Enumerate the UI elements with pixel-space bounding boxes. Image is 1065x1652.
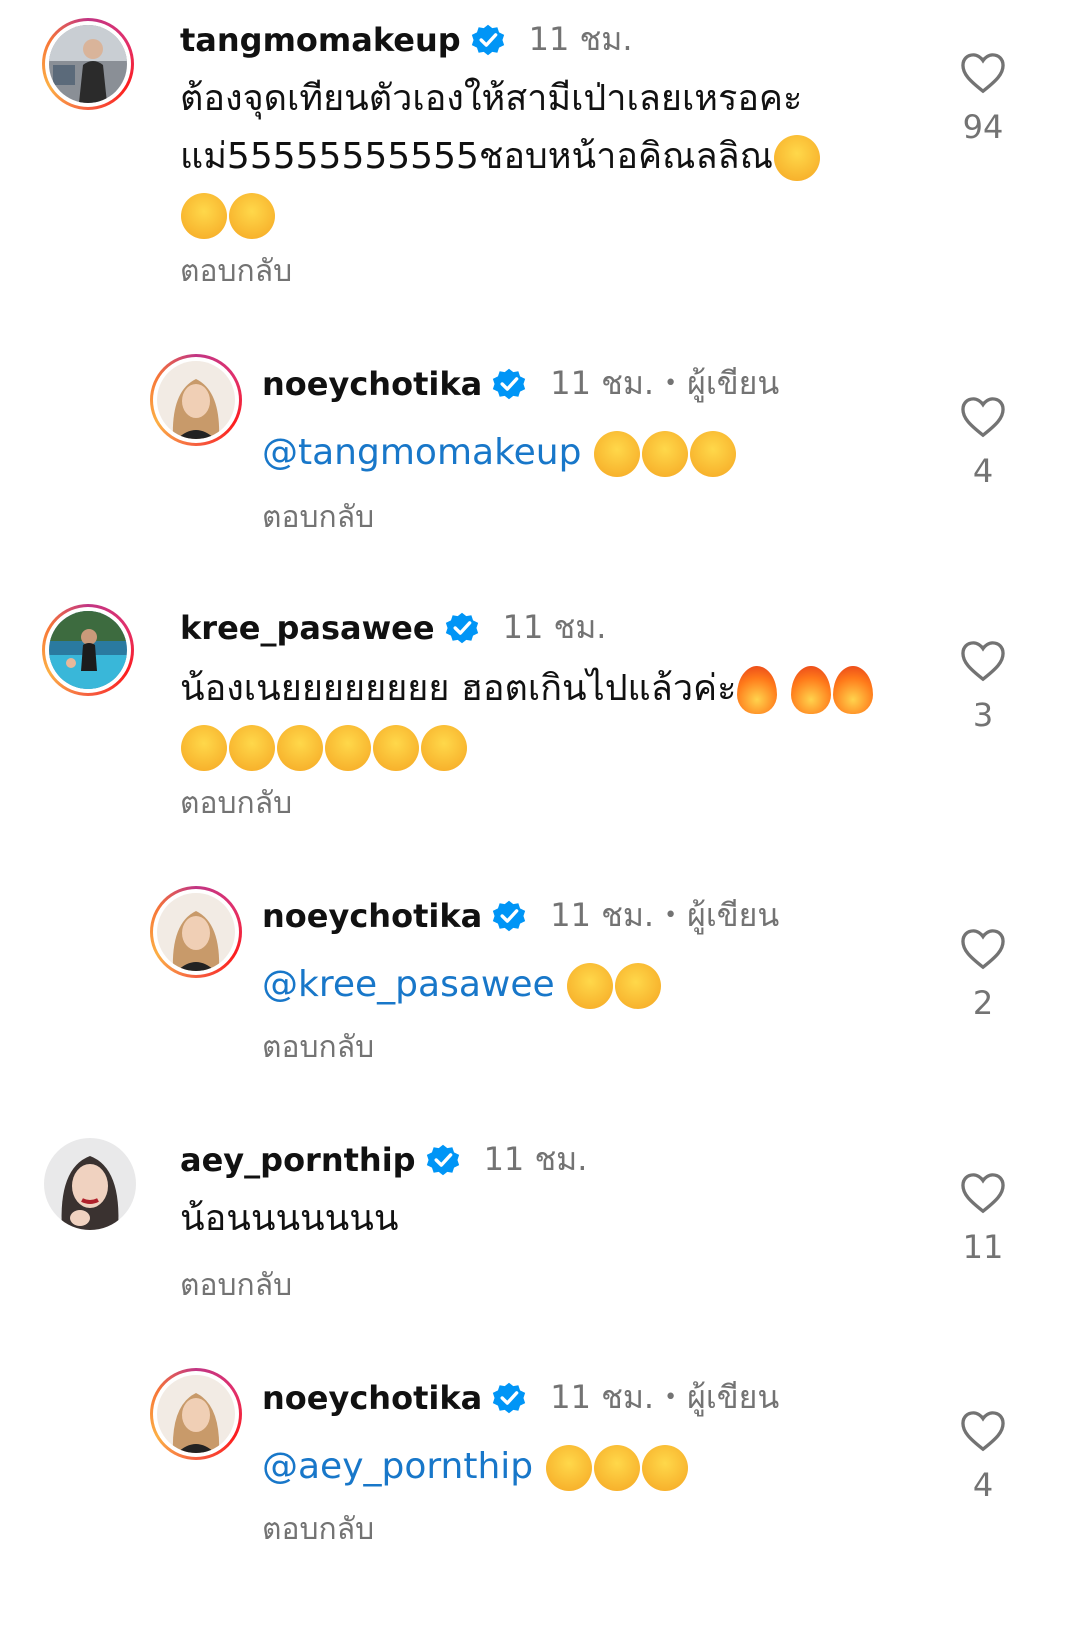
avatar[interactable] xyxy=(150,1368,242,1460)
author-badge: ผู้เขียน xyxy=(687,364,780,402)
like-count: 94 xyxy=(962,108,1004,146)
pleading-face-emoji xyxy=(567,963,614,1009)
username[interactable]: tangmomakeup xyxy=(180,21,461,59)
mention-link[interactable]: @kree_pasawee xyxy=(262,964,555,1005)
timestamp: 11 ชม. xyxy=(502,608,607,646)
tears-of-joy-emoji xyxy=(229,193,275,239)
like-button[interactable]: 94 xyxy=(953,52,1013,146)
like-count: 4 xyxy=(972,1466,994,1504)
rolling-laughing-emoji xyxy=(606,954,670,1018)
like-count: 4 xyxy=(972,452,994,490)
pleading-face-emoji xyxy=(545,1445,592,1491)
verified-badge-icon xyxy=(493,368,526,399)
tears-of-joy-emoji xyxy=(373,725,419,771)
fire-emoji xyxy=(790,666,831,714)
avatar[interactable] xyxy=(42,18,134,110)
comment-text: @tangmomakeup xyxy=(262,424,737,482)
like-button[interactable]: 4 xyxy=(953,1410,1013,1504)
heart-icon xyxy=(961,397,1005,438)
comment-text: @kree_pasawee xyxy=(262,954,670,1018)
like-button[interactable]: 4 xyxy=(953,396,1013,490)
timestamp: 11 ชม. xyxy=(550,1378,655,1416)
tears-of-joy-emoji xyxy=(689,431,736,477)
comment-text: @aey_pornthip xyxy=(262,1438,689,1496)
verified-badge-icon xyxy=(445,612,478,643)
avatar[interactable] xyxy=(150,354,242,446)
fire-emoji xyxy=(737,666,778,714)
username[interactable]: kree_pasawee xyxy=(180,609,435,647)
heart-icon xyxy=(961,1173,1005,1214)
verified-badge-icon xyxy=(426,1144,459,1175)
comment-text: น้อนนนนนนน xyxy=(180,1198,399,1239)
tears-of-joy-emoji xyxy=(181,193,227,239)
username[interactable]: noeychotika xyxy=(262,1379,482,1417)
reply-button[interactable]: ตอบกลับ xyxy=(262,1024,374,1071)
like-button[interactable]: 3 xyxy=(953,640,1013,734)
timestamp: 11 ชม. xyxy=(483,1140,588,1178)
avatar[interactable] xyxy=(150,886,242,978)
grinning-sweat-emoji xyxy=(593,1445,640,1491)
comment-text: น้องเนยยยยยยยย ฮอตเกินไปแล้วค่ะ xyxy=(180,660,880,776)
like-count: 11 xyxy=(962,1228,1004,1266)
author-badge: ผู้เขียน xyxy=(687,1378,780,1416)
tears-of-joy-emoji xyxy=(421,725,467,771)
timestamp: 11 ชม. xyxy=(528,20,633,58)
like-button[interactable]: 2 xyxy=(953,928,1013,1022)
like-button[interactable]: 11 xyxy=(953,1172,1013,1266)
like-count: 3 xyxy=(972,696,994,734)
author-badge: ผู้เขียน xyxy=(687,896,780,934)
comment-text: ต้องจุดเทียนตัวเองให้สามีเป่าเลยเหรอคะแม… xyxy=(180,70,880,244)
mention-link[interactable]: @tangmomakeup xyxy=(262,432,581,473)
reply-button[interactable]: ตอบกลับ xyxy=(180,1262,292,1309)
reply-button[interactable]: ตอบกลับ xyxy=(262,494,374,541)
username[interactable]: noeychotika xyxy=(262,897,482,935)
surprised-emoji xyxy=(277,725,323,771)
timestamp: 11 ชม. xyxy=(550,896,655,934)
heart-icon xyxy=(961,1411,1005,1452)
tears-of-joy-emoji xyxy=(641,431,688,477)
verified-badge-icon xyxy=(493,1382,526,1413)
mention-link[interactable]: @aey_pornthip xyxy=(262,1446,533,1487)
heart-icon xyxy=(961,929,1005,970)
separator-dot: • xyxy=(664,1385,678,1410)
separator-dot: • xyxy=(664,371,678,396)
verified-badge-icon xyxy=(493,900,526,931)
tears-of-joy-emoji xyxy=(593,431,640,477)
surprised-emoji xyxy=(181,725,227,771)
fire-emoji xyxy=(832,666,873,714)
avatar[interactable] xyxy=(42,604,134,696)
reply-button[interactable]: ตอบกลับ xyxy=(180,780,292,827)
tears-of-joy-emoji xyxy=(641,1445,688,1491)
timestamp: 11 ชม. xyxy=(550,364,655,402)
tears-of-joy-emoji xyxy=(325,725,371,771)
reply-button[interactable]: ตอบกลับ xyxy=(180,248,292,295)
tears-of-joy-emoji xyxy=(773,135,820,181)
avatar[interactable] xyxy=(44,1138,136,1230)
username[interactable]: aey_pornthip xyxy=(180,1141,416,1179)
heart-icon xyxy=(961,641,1005,682)
username[interactable]: noeychotika xyxy=(262,365,482,403)
verified-badge-icon xyxy=(471,24,504,55)
heart-icon xyxy=(961,53,1005,94)
separator-dot: • xyxy=(664,903,678,928)
like-count: 2 xyxy=(972,984,994,1022)
surprised-emoji xyxy=(229,725,275,771)
reply-button[interactable]: ตอบกลับ xyxy=(262,1506,374,1553)
